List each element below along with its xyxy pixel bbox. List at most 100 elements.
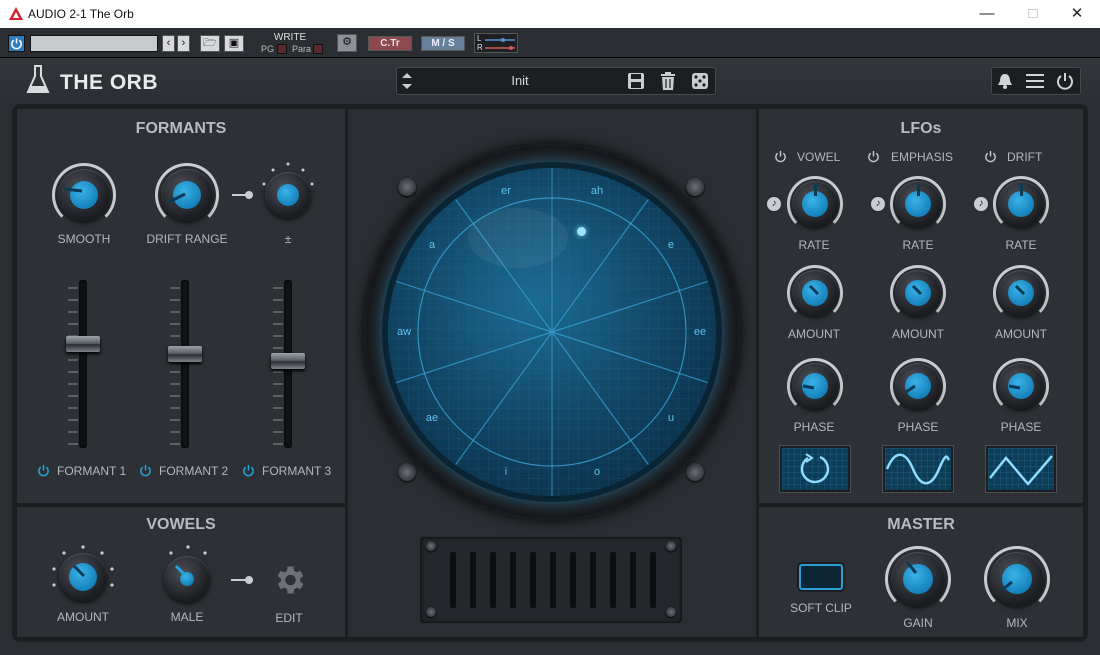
lfo-vowel-amount-label: AMOUNT [788, 327, 840, 341]
pg-toggle[interactable] [277, 44, 287, 54]
host-settings-button[interactable]: ⚙ [337, 34, 357, 52]
lfo-drift-shape-display[interactable] [986, 446, 1056, 492]
plusminus-label: ± [284, 232, 292, 246]
lfo-emphasis-shape-display[interactable] [883, 446, 953, 492]
open-folder-button[interactable]: 🗁 [200, 35, 220, 52]
lfo-drift-amount-pointer [1014, 284, 1026, 296]
formant3-label: FORMANT 3 [262, 464, 332, 478]
lfo-drift-name: DRIFT [1007, 150, 1043, 164]
close-button[interactable]: ✕ [1054, 0, 1100, 28]
formant1-power-icon[interactable] [37, 464, 50, 477]
gain-label: GAIN [903, 616, 933, 630]
lfo-emphasis-rate-pointer [917, 184, 920, 196]
vowels-link-dot [245, 576, 253, 584]
dice-icon[interactable] [691, 72, 709, 90]
vowel-a: a [428, 239, 436, 251]
lfo-drift-power-icon[interactable] [984, 150, 997, 163]
vowels-male-label: MALE [170, 610, 204, 624]
para-toggle[interactable] [313, 44, 323, 54]
lfo-emphasis-name: EMPHASIS [891, 150, 954, 164]
host-save-button[interactable]: ▣ [224, 35, 244, 52]
orb-cursor-dot[interactable] [577, 227, 586, 236]
grille-screw-2 [666, 541, 676, 551]
vowel-ae: ae [425, 412, 439, 424]
gear-icon[interactable] [271, 562, 307, 598]
minimize-button[interactable]: — [964, 0, 1010, 28]
lfo-emphasis-amount-label: AMOUNT [892, 327, 944, 341]
vowel-o: o [593, 466, 601, 478]
grille-slots [450, 552, 656, 608]
grille-screw-3 [426, 607, 436, 617]
gear-icon: ⚙ [342, 36, 352, 48]
lfo-vowel-phase-label: PHASE [793, 420, 835, 434]
write-label: WRITE [273, 32, 307, 43]
note-icon[interactable]: ♪ [974, 197, 988, 211]
drift-range-label: DRIFT RANGE [146, 232, 228, 246]
lfo-drift-rate-pointer [1020, 184, 1023, 196]
lfo-drift-amount-label: AMOUNT [995, 327, 1047, 341]
smooth-knob[interactable] [58, 169, 110, 221]
next-preset-button[interactable]: › [177, 35, 190, 52]
lfo-vowel-rate-pointer [814, 184, 817, 196]
vowel-er: er [501, 185, 511, 197]
grille-screw-4 [666, 607, 676, 617]
lfo-vowel-power-icon[interactable] [774, 150, 787, 163]
vowel-orb[interactable] [388, 168, 716, 496]
routing-indicator[interactable]: L R [474, 33, 518, 53]
save-icon[interactable] [627, 72, 645, 90]
preset-updown-icon[interactable] [400, 70, 414, 92]
lfo-emphasis-power-icon[interactable] [867, 150, 880, 163]
formant2-power-icon[interactable] [139, 464, 152, 477]
gain-knob-pointer [905, 561, 918, 574]
note-icon[interactable]: ♪ [871, 197, 885, 211]
mix-label: MIX [1006, 616, 1028, 630]
formant2-fader-handle[interactable] [168, 345, 202, 362]
note-icon[interactable]: ♪ [767, 197, 781, 211]
lfo-drift-phase-pointer [1008, 384, 1021, 390]
formant1-fader-handle[interactable] [66, 335, 100, 352]
power-icon[interactable] [1055, 71, 1075, 91]
window-titlebar: AUDIO 2-1 The Orb — □ ✕ [0, 0, 1100, 28]
formant1-label: FORMANT 1 [57, 464, 127, 478]
lfo-vowel-shape-display[interactable] [780, 446, 850, 492]
para-label: Para [292, 44, 312, 54]
formant3-fader-handle[interactable] [271, 352, 305, 369]
grille-screw-1 [426, 541, 436, 551]
ms-button[interactable]: M / S [421, 36, 465, 51]
lfo-drift-phase-label: PHASE [1000, 420, 1042, 434]
folder-icon: 🗁 [203, 37, 217, 49]
lfo-vowel-rate-label: RATE [798, 238, 830, 252]
lfo-vowel-phase-pointer [802, 384, 815, 390]
formant2-label: FORMANT 2 [159, 464, 229, 478]
smooth-knob-pointer [63, 187, 83, 193]
bypass-power-button[interactable] [8, 35, 25, 52]
bell-icon[interactable] [996, 72, 1014, 90]
lfo-emphasis-phase-label: PHASE [897, 420, 939, 434]
mix-knob-pointer [1001, 580, 1013, 592]
window-title: AUDIO 2-1 The Orb [28, 7, 134, 21]
formants-title: FORMANTS [135, 120, 227, 137]
screw-bottom-left [398, 463, 416, 481]
vowel-aw: aw [396, 326, 412, 338]
routing-l-label: L [477, 34, 482, 43]
maximize-button[interactable]: □ [1010, 0, 1056, 28]
trash-icon[interactable] [660, 72, 676, 90]
vowels-edit-label: EDIT [275, 611, 303, 625]
lfo-vowel-name: VOWEL [797, 150, 841, 164]
prev-preset-button[interactable]: ‹ [162, 35, 175, 52]
smooth-label: SMOOTH [57, 232, 111, 246]
orb-grid [388, 168, 716, 496]
soft-clip-label: SOFT CLIP [790, 601, 852, 615]
power-icon [11, 38, 22, 50]
pg-label: PG [261, 44, 275, 54]
drift-range-pointer [168, 192, 186, 204]
formant3-power-icon[interactable] [242, 464, 255, 477]
master-title: MASTER [887, 516, 955, 533]
ctr-button[interactable]: C.Tr [368, 36, 412, 51]
preset-combo[interactable] [30, 35, 158, 52]
soft-clip-button[interactable] [799, 564, 843, 590]
screw-bottom-right [686, 463, 704, 481]
preset-name[interactable]: Init [420, 73, 620, 88]
plugin-name: THE ORB [60, 71, 158, 94]
menu-icon[interactable] [1025, 72, 1045, 90]
